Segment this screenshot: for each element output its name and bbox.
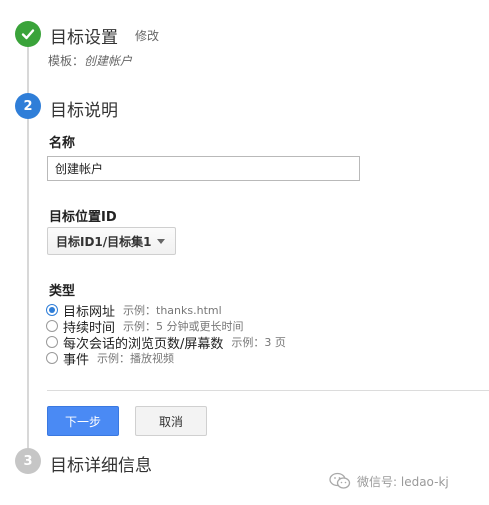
type-label: 类型 xyxy=(49,284,76,299)
goal-id-label: 目标位置ID xyxy=(49,210,117,225)
type-option-label: 事件 xyxy=(63,352,90,368)
step-2-number: 2 xyxy=(15,93,41,119)
type-option-example: 示例：播放视频 xyxy=(97,352,175,365)
goal-id-selected-value: 目标ID1/目标集1 xyxy=(56,234,152,249)
next-button[interactable]: 下一步 xyxy=(47,406,119,436)
type-option-event[interactable]: 事件 示例：播放视频 xyxy=(46,350,175,368)
template-value: 创建帐户 xyxy=(84,54,133,68)
name-input[interactable] xyxy=(47,156,360,181)
radio-button[interactable] xyxy=(46,320,58,332)
name-label: 名称 xyxy=(49,136,76,151)
template-summary: 模板：创建帐户 xyxy=(48,52,132,69)
step-1-title: 目标设置 xyxy=(50,28,118,48)
wechat-icon xyxy=(329,472,351,489)
radio-button-checked[interactable] xyxy=(46,304,58,316)
cancel-button[interactable]: 取消 xyxy=(135,406,207,436)
template-prefix: 模板： xyxy=(48,54,85,68)
goal-id-select[interactable]: 目标ID1/目标集1 xyxy=(47,227,176,255)
wechat-watermark: 微信号: ledao-kj xyxy=(329,472,449,490)
chevron-down-icon xyxy=(157,239,165,244)
watermark-text: 微信号: ledao-kj xyxy=(357,474,449,489)
step-3-title: 目标详细信息 xyxy=(50,456,152,476)
edit-goal-setup-link[interactable]: 修改 xyxy=(135,27,159,44)
step-3-number: 3 xyxy=(15,448,41,474)
type-option-example: 示例：3 页 xyxy=(231,336,286,349)
step-2-title: 目标说明 xyxy=(50,101,118,121)
step-complete-icon xyxy=(15,21,41,47)
radio-button[interactable] xyxy=(46,336,58,348)
divider xyxy=(47,390,489,391)
checkmark-icon xyxy=(21,29,35,40)
radio-button[interactable] xyxy=(46,352,58,364)
type-option-example: 示例：thanks.html xyxy=(123,304,222,317)
